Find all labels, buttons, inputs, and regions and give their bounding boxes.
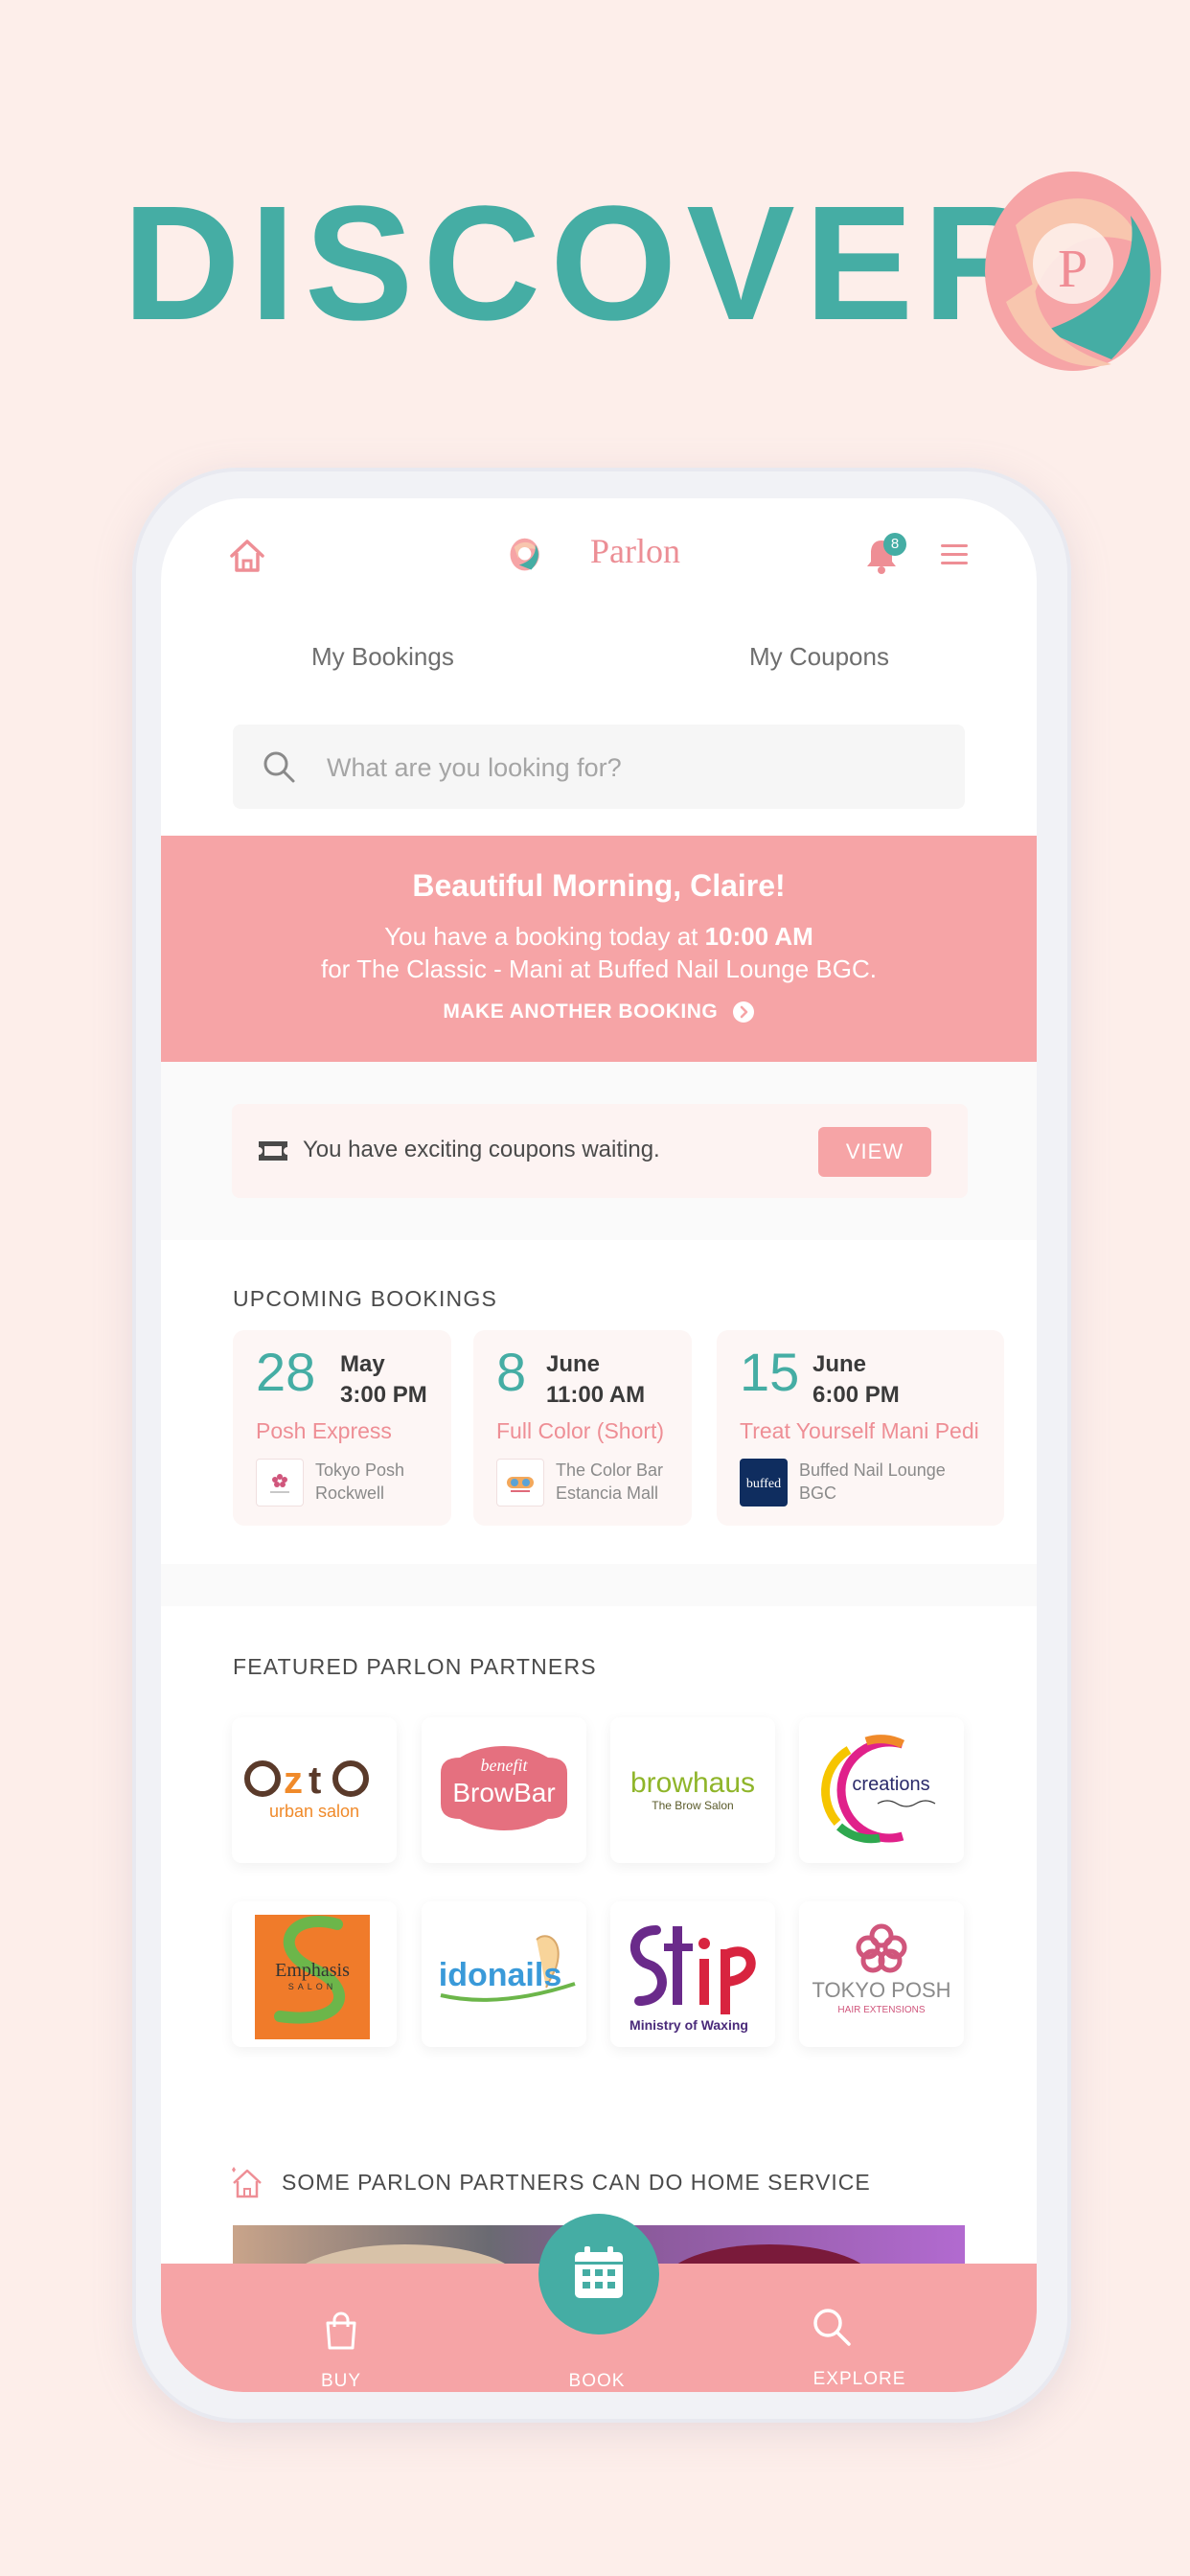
partner-name: TOKYO POSH <box>812 1978 950 2002</box>
coupon-section: You have exciting coupons waiting. VIEW <box>161 1062 1037 1240</box>
partner-card-azta[interactable]: z t urban salon <box>232 1717 397 1863</box>
browbar-logo: benefit BrowBar <box>441 1746 567 1830</box>
arrow-right-circle-icon[interactable] <box>732 1000 755 1024</box>
booking-salon: Buffed Nail Lounge BGC <box>799 1459 946 1505</box>
greeting-booking-time: 10:00 AM <box>704 922 813 951</box>
salon-name: Buffed Nail Lounge <box>799 1460 946 1480</box>
partner-name: idonails <box>439 1957 561 1993</box>
booking-card[interactable]: 15 June 6:00 PM Treat Yourself Mani Pedi… <box>717 1330 1004 1526</box>
make-another-booking-link[interactable]: MAKE ANOTHER BOOKING <box>161 1000 1037 1024</box>
partner-tagline: urban salon <box>269 1802 359 1821</box>
booking-time: 3:00 PM <box>340 1382 427 1408</box>
notification-badge: 8 <box>883 533 906 556</box>
coupon-message: You have exciting coupons waiting. <box>303 1137 660 1162</box>
idonails-logo: idonails <box>439 1935 576 2002</box>
home-service-header: SOME PARLON PARTNERS CAN DO HOME SERVICE <box>228 2164 995 2202</box>
greeting-title: Beautiful Morning, Claire! <box>412 868 786 903</box>
salon-branch: BGC <box>799 1484 837 1503</box>
booking-day: 28 <box>256 1342 316 1402</box>
partner-card-emphasis[interactable]: Emphasis SALON <box>232 1901 397 2047</box>
tab-book[interactable]: BOOK <box>554 2371 640 2392</box>
svg-text:P: P <box>1058 240 1087 299</box>
browhaus-logo: browhaus The Brow Salon <box>630 1767 755 1812</box>
brand-name[interactable]: Parlon <box>590 531 680 571</box>
booking-service: Full Color (Short) <box>496 1418 665 1443</box>
upcoming-bookings-title: UPCOMING BOOKINGS <box>233 1286 497 1311</box>
parlon-logo: P <box>985 172 1161 371</box>
partner-name: creations <box>852 1774 929 1795</box>
booking-month: May <box>340 1351 385 1377</box>
booking-time: 6:00 PM <box>812 1382 900 1408</box>
brand-logo[interactable] <box>508 512 588 598</box>
partner-tagline: Ministry of Waxing <box>629 2017 748 2033</box>
partner-tagline: benefit <box>481 1756 529 1775</box>
make-another-booking-label[interactable]: MAKE ANOTHER BOOKING <box>443 1000 718 1023</box>
salon-name: The Color Bar <box>556 1460 664 1480</box>
search-bar[interactable] <box>233 724 965 809</box>
booking-service: Posh Express <box>256 1418 392 1443</box>
home-service-icon <box>232 2167 262 2198</box>
booking-service: Treat Yourself Mani Pedi <box>740 1418 979 1443</box>
search-icon <box>263 751 295 783</box>
svg-text:buffed: buffed <box>746 1477 781 1491</box>
partner-tagline: The Brow Salon <box>652 1799 733 1812</box>
ticket-icon <box>259 1141 287 1161</box>
app-screen: Parlon 8 My Bookings My Coupons Beautifu… <box>161 498 1037 2392</box>
home-service-title: SOME PARLON PARTNERS CAN DO HOME SERVICE <box>282 2170 871 2195</box>
booking-salon: Tokyo Posh Rockwell <box>315 1459 404 1505</box>
hamburger-menu-icon[interactable] <box>939 540 970 569</box>
salon-name: Tokyo Posh <box>315 1460 405 1480</box>
salon-logo <box>496 1459 544 1506</box>
svg-text:z: z <box>284 1760 303 1802</box>
azta-logo: z t urban salon <box>244 1760 369 1821</box>
featured-partners-title: FEATURED PARLON PARTNERS <box>233 1654 597 1679</box>
explore-search-icon[interactable] <box>811 2306 853 2348</box>
partner-card-browbar[interactable]: benefit BrowBar <box>422 1717 586 1863</box>
salon-branch: Rockwell <box>315 1484 385 1503</box>
creations-logo: creations <box>821 1735 936 1844</box>
booking-salon: The Color Bar Estancia Mall <box>556 1459 663 1505</box>
svg-text:t: t <box>309 1760 321 1802</box>
greeting-booking-details: for The Classic - Mani at Buffed Nail Lo… <box>321 954 877 983</box>
tab-explore[interactable]: EXPLORE <box>807 2369 912 2390</box>
view-coupons-button[interactable]: VIEW <box>818 1127 931 1177</box>
booking-time: 11:00 AM <box>546 1382 646 1408</box>
partner-card-tokyo-posh[interactable]: TOKYO POSH HAIR EXTENSIONS <box>799 1901 964 2047</box>
salon-logo: buffed <box>740 1459 788 1506</box>
partner-card-browhaus[interactable]: browhaus The Brow Salon <box>610 1717 775 1863</box>
strip-logo: Ministry of Waxing <box>629 1925 756 2033</box>
booking-month: June <box>546 1351 601 1377</box>
partner-card-strip[interactable]: Ministry of Waxing <box>610 1901 775 2047</box>
hero-title: DISCOVER <box>123 172 1050 355</box>
partner-tagline: HAIR EXTENSIONS <box>837 2005 925 2015</box>
greeting-banner: Beautiful Morning, Claire! You have a bo… <box>161 836 1037 1062</box>
salon-branch: Estancia Mall <box>556 1484 659 1503</box>
booking-month: June <box>812 1351 867 1377</box>
tab-my-coupons[interactable]: My Coupons <box>749 642 889 672</box>
home-icon[interactable] <box>228 537 266 575</box>
booking-card[interactable]: 8 June 11:00 AM Full Color (Short) The C… <box>473 1330 692 1526</box>
booking-day: 8 <box>496 1342 527 1402</box>
tokyo-posh-logo: TOKYO POSH HAIR EXTENSIONS <box>812 1923 951 2015</box>
greeting-line1-text: You have a booking today at <box>384 922 705 951</box>
greeting-message: You have a booking today at 10:00 AM <box>161 922 1037 952</box>
salon-logo <box>256 1459 304 1506</box>
emphasis-logo: Emphasis SALON <box>255 1915 370 2039</box>
partner-name: browhaus <box>630 1767 755 1799</box>
partner-card-idonails[interactable]: idonails <box>422 1901 586 2047</box>
tab-buy[interactable]: BUY <box>314 2371 368 2392</box>
partner-name: BrowBar <box>452 1778 555 1807</box>
calendar-icon[interactable] <box>573 2244 625 2300</box>
partner-name: Emphasis <box>275 1960 350 1981</box>
search-input[interactable] <box>325 744 923 792</box>
partner-card-creations[interactable]: creations <box>799 1717 964 1863</box>
partner-tagline: SALON <box>288 1982 337 1991</box>
booking-day: 15 <box>740 1342 800 1402</box>
booking-card[interactable]: 28 May 3:00 PM Posh Express Tokyo Posh Ro… <box>233 1330 451 1526</box>
book-button[interactable] <box>538 2214 659 2334</box>
section-divider <box>161 1564 1037 1606</box>
coupon-notice: You have exciting coupons waiting. VIEW <box>232 1104 968 1198</box>
shopping-bag-icon[interactable] <box>322 2310 360 2352</box>
tab-my-bookings[interactable]: My Bookings <box>311 642 454 672</box>
